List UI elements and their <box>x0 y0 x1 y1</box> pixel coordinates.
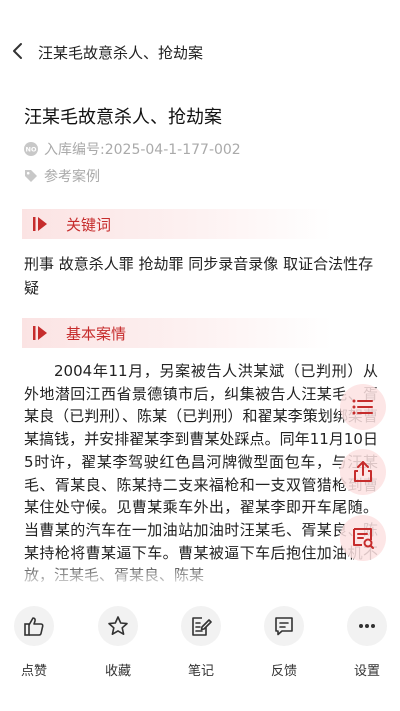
like-button[interactable]: 点赞 <box>4 606 64 696</box>
like-label: 点赞 <box>20 664 47 679</box>
comment-icon <box>353 528 374 549</box>
keywords-section-header: 关键词 <box>22 209 332 239</box>
star-icon <box>108 616 128 636</box>
case-number-row: NO 入库编号:2025-04-1-177-002 <box>24 139 241 159</box>
settings-label: 设置 <box>353 664 380 679</box>
no-badge-icon: NO <box>24 142 38 156</box>
comment-button[interactable] <box>340 515 386 561</box>
facts-section-title: 基本案情 <box>66 324 127 343</box>
feedback-button[interactable]: 反馈 <box>254 606 314 696</box>
case-number: 入库编号:2025-04-1-177-002 <box>44 142 241 158</box>
note-edit-icon <box>192 617 212 636</box>
thumbs-up-icon <box>24 617 44 636</box>
favorite-label: 收藏 <box>104 664 131 679</box>
tag-icon <box>25 170 37 182</box>
settings-button[interactable]: 设置 <box>337 606 397 696</box>
case-category: 参考案例 <box>44 169 100 185</box>
settings-button-circle <box>347 606 387 646</box>
bottom-action-bar: 点赞 收藏 笔记 反馈 设置 <box>0 596 400 711</box>
article-title: 汪某毛故意杀人、抢劫案 <box>24 107 222 128</box>
top-nav-bar: 汪某毛故意杀人、抢劫案 <box>0 30 400 74</box>
list-menu-icon <box>352 399 373 415</box>
note-button-circle <box>181 606 221 646</box>
section-marker-icon <box>33 217 47 231</box>
table-of-contents-button[interactable] <box>340 384 386 430</box>
header-title: 汪某毛故意杀人、抢劫案 <box>38 44 204 62</box>
facts-body-text: 2004年11月，另案被告人洪某斌（已判刑）从外地潜回江西省景德镇市后，纠集被告… <box>24 362 378 582</box>
text-fade-overlay <box>0 560 400 586</box>
favorite-button[interactable]: 收藏 <box>88 606 148 696</box>
feedback-icon <box>275 617 293 636</box>
note-button[interactable]: 笔记 <box>171 606 231 696</box>
keywords-section-title: 关键词 <box>66 215 112 234</box>
feedback-label: 反馈 <box>270 664 297 679</box>
svg-text:NO: NO <box>26 146 37 154</box>
like-button-circle <box>14 606 54 646</box>
share-button[interactable] <box>340 449 386 495</box>
more-icon <box>359 624 375 628</box>
category-row: 参考案例 <box>24 166 100 186</box>
back-arrow-icon[interactable] <box>10 42 28 60</box>
share-icon <box>354 461 372 482</box>
keywords-text: 刑事 故意杀人罪 抢劫罪 同步录音录像 取证合法性存疑 <box>24 255 374 297</box>
note-label: 笔记 <box>187 664 214 679</box>
feedback-button-circle <box>264 606 304 646</box>
section-marker-icon <box>33 326 47 340</box>
favorite-button-circle <box>98 606 138 646</box>
facts-section-header: 基本案情 <box>22 318 332 348</box>
